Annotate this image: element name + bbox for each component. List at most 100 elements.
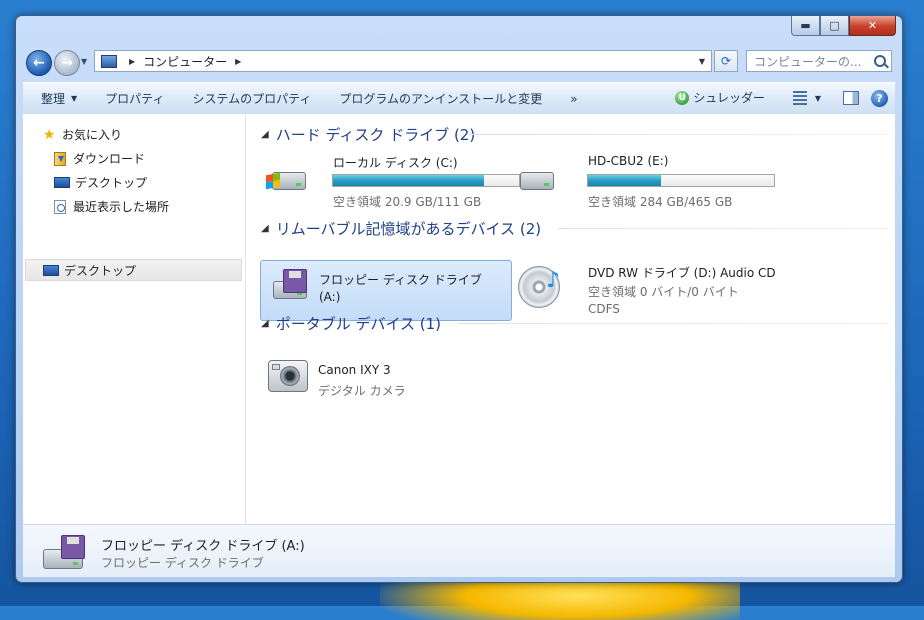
group-header-label: ポータブル デバイス (1) xyxy=(275,315,442,333)
preview-pane-button[interactable] xyxy=(843,91,859,105)
help-button[interactable]: ? xyxy=(871,90,888,107)
navigation-bar: ← → ▼ ▶ コンピューター ▶ ▼ ⟳ コンピューターの... xyxy=(24,48,894,76)
sidebar-item-desktop[interactable]: デスクトップ xyxy=(54,174,147,191)
drive-letter: (A:) xyxy=(319,290,341,304)
group-divider xyxy=(458,323,889,324)
star-icon: ★ xyxy=(43,126,56,143)
device-name: Canon IXY 3 xyxy=(318,363,391,377)
sidebar-item-label: お気に入り xyxy=(62,128,123,142)
group-header-hard-disks[interactable]: ◢ ハード ディスク ドライブ (2) xyxy=(261,124,475,145)
search-icon[interactable] xyxy=(874,55,886,67)
forward-arrow-icon: → xyxy=(61,55,73,71)
uninstall-label: プログラムのアンインストールと変更 xyxy=(339,92,543,106)
group-header-label: ハード ディスク ドライブ (2) xyxy=(275,126,476,144)
sidebar-item-label: 最近表示した場所 xyxy=(73,200,170,214)
recent-places-icon xyxy=(54,199,66,214)
forward-button[interactable]: → xyxy=(54,50,80,76)
properties-button[interactable]: プロパティ xyxy=(91,83,178,114)
back-button[interactable]: ← xyxy=(26,50,52,76)
drive-usage-bar xyxy=(332,174,520,187)
group-header-portable[interactable]: ◢ ポータブル デバイス (1) xyxy=(261,313,441,334)
drive-floppy-a-selected[interactable]: フロッピー ディスク ドライブ (A:) xyxy=(260,260,512,321)
back-arrow-icon: ← xyxy=(33,55,45,71)
more-label: » xyxy=(570,91,578,106)
collapse-triangle-icon[interactable]: ◢ xyxy=(261,223,269,234)
drive-usage-bar xyxy=(587,174,775,187)
sidebar-item-recent-places[interactable]: 最近表示した場所 xyxy=(54,198,169,215)
sidebar-item-label: デスクトップ xyxy=(75,176,148,190)
view-options-icon xyxy=(792,91,807,105)
sidebar-item-desktop-root[interactable]: デスクトップ xyxy=(43,262,136,279)
breadcrumb-separator-icon[interactable]: ▶ xyxy=(235,57,241,66)
desktop-icon xyxy=(43,265,59,276)
shredder-icon: U xyxy=(675,90,690,105)
drive-name: DVD RW ドライブ (D:) Audio CD xyxy=(588,266,776,280)
sidebar-item-favorites[interactable]: ★ お気に入り xyxy=(43,126,122,143)
search-placeholder: コンピューターの... xyxy=(754,54,862,69)
command-toolbar: 整理 ▼ プロパティ システムのプロパティ プログラムのアンインストールと変更 »… xyxy=(23,82,895,115)
hard-drive-windows-icon xyxy=(266,160,308,198)
drive-free-space: 空き領域 0 バイト/0 バイト xyxy=(588,285,739,299)
window-controls: ▬ □ ✕ xyxy=(791,16,896,36)
downloads-folder-icon xyxy=(54,151,66,166)
hard-drive-icon xyxy=(518,160,560,198)
drive-name: フロッピー ディスク ドライブ xyxy=(319,273,482,287)
floppy-drive-icon xyxy=(39,533,85,571)
organize-button[interactable]: 整理 ▼ xyxy=(23,83,91,114)
search-input[interactable]: コンピューターの... xyxy=(746,50,892,72)
group-header-removable[interactable]: ◢ リムーバブル記憶域があるデバイス (2) xyxy=(261,218,541,239)
chevron-down-icon: ▼ xyxy=(814,93,821,103)
minimize-button[interactable]: ▬ xyxy=(791,16,820,36)
drive-hd-cbu2-e[interactable]: HD-CBU2 (E:) 空き領域 284 GB/465 GB xyxy=(516,152,775,209)
refresh-button[interactable]: ⟳ xyxy=(714,50,738,72)
details-title: フロッピー ディスク ドライブ (A:) xyxy=(101,539,305,554)
drive-free-space: 空き領域 20.9 GB/111 GB xyxy=(333,195,482,209)
shredder-button[interactable]: U シュレッダー xyxy=(675,89,765,106)
recent-pages-dropdown[interactable]: ▼ xyxy=(81,57,87,66)
group-divider xyxy=(558,228,889,229)
group-divider xyxy=(469,134,889,135)
details-pane: フロッピー ディスク ドライブ (A:) フロッピー ディスク ドライブ xyxy=(23,524,895,577)
organize-label: 整理 xyxy=(41,92,66,106)
drive-local-disk-c[interactable]: ローカル ディスク (C:) 空き領域 20.9 GB/111 GB xyxy=(260,152,520,209)
drive-free-space: 空き領域 284 GB/465 GB xyxy=(588,195,733,209)
drive-dvd-rw-d[interactable]: ♪ DVD RW ドライブ (D:) Audio CD 空き領域 0 バイト/0… xyxy=(516,260,776,320)
close-button[interactable]: ✕ xyxy=(849,16,896,36)
address-bar[interactable]: ▶ コンピューター ▶ ▼ xyxy=(94,50,712,72)
device-canon-ixy3[interactable]: Canon IXY 3 デジタル カメラ xyxy=(260,346,500,402)
camera-icon xyxy=(266,356,308,394)
address-dropdown-icon[interactable]: ▼ xyxy=(699,57,705,66)
usage-bar-fill xyxy=(588,175,661,186)
sidebar-item-label: ダウンロード xyxy=(73,152,146,166)
dvd-audio-cd-icon: ♪ xyxy=(518,266,560,310)
system-properties-button[interactable]: システムのプロパティ xyxy=(178,83,325,114)
maximize-button[interactable]: □ xyxy=(820,16,849,36)
sidebar-item-downloads[interactable]: ダウンロード xyxy=(54,150,145,167)
uninstall-program-button[interactable]: プログラムのアンインストールと変更 xyxy=(325,83,556,114)
content-pane: ◢ ハード ディスク ドライブ (2) ローカル ディスク (C:) 空き領域 … xyxy=(246,114,895,524)
collapse-triangle-icon[interactable]: ◢ xyxy=(261,129,269,140)
breadcrumb-computer[interactable]: コンピューター xyxy=(143,53,227,70)
device-type: デジタル カメラ xyxy=(318,384,406,398)
desktop-icon xyxy=(54,177,70,188)
more-commands-button[interactable]: » xyxy=(556,83,591,114)
properties-label: プロパティ xyxy=(105,92,165,106)
system-properties-label: システムのプロパティ xyxy=(192,92,312,106)
refresh-icon: ⟳ xyxy=(720,54,732,68)
change-view-button[interactable]: ▼ xyxy=(792,91,821,105)
computer-icon xyxy=(101,54,117,68)
floppy-drive-icon xyxy=(267,269,309,307)
usage-bar-fill xyxy=(333,175,484,186)
collapse-triangle-icon[interactable]: ◢ xyxy=(261,318,269,329)
explorer-body: ★ お気に入り ダウンロード デスクトップ 最近表示した場所 デスクトップ ◢ … xyxy=(23,114,895,524)
details-subtitle: フロッピー ディスク ドライブ xyxy=(101,556,264,570)
drive-name: ローカル ディスク (C:) xyxy=(333,156,458,170)
breadcrumb-separator-icon[interactable]: ▶ xyxy=(129,57,135,66)
navigation-pane: ★ お気に入り ダウンロード デスクトップ 最近表示した場所 デスクトップ xyxy=(23,114,246,524)
group-header-label: リムーバブル記憶域があるデバイス (2) xyxy=(275,220,542,238)
drive-file-system: CDFS xyxy=(588,302,620,316)
chevron-down-icon: ▼ xyxy=(71,94,78,103)
explorer-window: ▬ □ ✕ ← → ▼ ▶ コンピューター ▶ ▼ ⟳ コンピューターの... … xyxy=(15,15,903,583)
shredder-label: シュレッダー xyxy=(693,91,765,105)
sidebar-item-label: デスクトップ xyxy=(64,264,137,278)
